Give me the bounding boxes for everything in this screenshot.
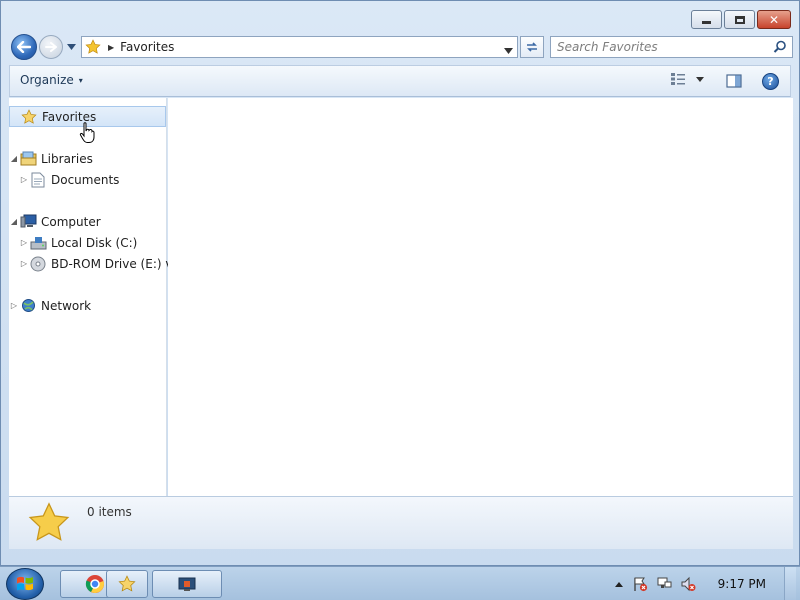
help-button[interactable]: ? xyxy=(762,73,779,90)
favorites-star-icon xyxy=(84,38,102,56)
explorer-window: ✕ ▶ Favorites Search Favorites Organize … xyxy=(0,0,800,566)
tree-item-network[interactable]: ▷ Network xyxy=(9,295,91,316)
chevron-down-icon: ▾ xyxy=(78,75,83,85)
document-icon xyxy=(29,171,47,189)
tree-label-local-disk: Local Disk (C:) xyxy=(51,235,138,250)
hard-disk-icon xyxy=(29,234,47,252)
close-icon: ✕ xyxy=(768,12,780,27)
maximize-icon xyxy=(734,15,745,24)
chevron-down-icon xyxy=(66,44,76,50)
tree-label-computer: Computer xyxy=(41,214,101,229)
organize-label: Organize xyxy=(20,73,74,87)
taskbar-app-button[interactable] xyxy=(152,570,222,598)
computer-icon xyxy=(19,213,37,231)
optical-disc-icon xyxy=(29,255,47,273)
chevron-down-icon xyxy=(696,76,704,82)
media-app-icon xyxy=(178,577,196,591)
chevron-down-icon xyxy=(504,48,513,54)
tree-item-computer[interactable]: ◢ Computer xyxy=(9,211,101,232)
tree-collapse-icon[interactable]: ◢ xyxy=(9,154,19,163)
search-box[interactable] xyxy=(550,36,793,58)
star-icon xyxy=(118,575,136,592)
show-hidden-icons-icon[interactable] xyxy=(614,580,624,588)
arrow-right-icon xyxy=(45,42,57,52)
forward-button[interactable] xyxy=(39,35,63,59)
show-desktop-button[interactable] xyxy=(784,567,796,600)
preview-pane-icon xyxy=(726,74,742,88)
tree-expand-icon[interactable]: ▷ xyxy=(19,238,29,247)
tree-item-bd-rom[interactable]: ▷ BD-ROM Drive (E:) v xyxy=(19,253,172,274)
breadcrumb-favorites[interactable]: Favorites xyxy=(120,40,174,54)
arrow-left-icon xyxy=(17,41,31,53)
star-icon xyxy=(20,108,38,126)
tree-expand-icon[interactable]: ▷ xyxy=(19,175,29,184)
tree-label-documents: Documents xyxy=(51,172,120,187)
preview-pane-button[interactable] xyxy=(726,74,742,91)
address-history-button[interactable] xyxy=(504,43,513,57)
change-view-button[interactable] xyxy=(670,72,704,86)
favorites-large-star-icon xyxy=(27,501,71,548)
search-icon[interactable] xyxy=(773,40,787,57)
breadcrumb-separator-icon[interactable]: ▶ xyxy=(108,43,114,52)
taskbar-clock[interactable]: 9:17 PM xyxy=(718,577,766,591)
tree-item-libraries[interactable]: ◢ Libraries xyxy=(9,148,93,169)
tree-collapse-icon[interactable]: ◢ xyxy=(9,217,19,226)
tree-label-bd-rom: BD-ROM Drive (E:) v xyxy=(51,256,173,271)
volume-muted-icon[interactable] xyxy=(680,576,696,592)
taskbar: 9:17 PM xyxy=(0,566,800,600)
command-bar: Organize ▾ ? xyxy=(9,65,791,97)
back-button[interactable] xyxy=(11,34,37,60)
file-list-pane[interactable] xyxy=(168,98,793,496)
tree-expand-icon[interactable]: ▷ xyxy=(9,301,19,310)
libraries-icon xyxy=(19,150,37,168)
recent-pages-button[interactable] xyxy=(66,42,76,52)
hand-cursor-icon xyxy=(79,122,95,143)
search-input[interactable] xyxy=(551,37,766,57)
action-center-flag-icon[interactable] xyxy=(632,576,648,592)
tree-label-network: Network xyxy=(41,298,92,313)
tree-label-libraries: Libraries xyxy=(41,151,93,166)
maximize-button[interactable] xyxy=(724,10,755,29)
taskbar-explorer-button[interactable] xyxy=(106,570,148,598)
caption-buttons: ✕ xyxy=(691,10,791,29)
view-details-icon xyxy=(671,73,685,85)
close-button[interactable]: ✕ xyxy=(757,10,791,29)
tree-item-local-disk[interactable]: ▷ Local Disk (C:) xyxy=(19,232,137,253)
system-tray: 9:17 PM xyxy=(614,567,796,600)
chrome-icon xyxy=(85,575,104,593)
details-pane: 0 items xyxy=(9,496,793,549)
network-status-icon[interactable] xyxy=(656,576,672,592)
item-count: 0 items xyxy=(87,505,132,519)
minimize-icon xyxy=(702,21,711,24)
navigation-pane: Favorites ◢ Libraries ▷ Documents ◢ Comp… xyxy=(9,98,172,496)
minimize-button[interactable] xyxy=(691,10,722,29)
tree-item-documents[interactable]: ▷ Documents xyxy=(19,169,119,190)
tree-expand-icon[interactable]: ▷ xyxy=(19,259,29,268)
windows-logo-icon xyxy=(17,576,33,591)
organize-button[interactable]: Organize ▾ xyxy=(20,73,83,87)
refresh-button[interactable] xyxy=(520,36,544,58)
start-button[interactable] xyxy=(6,568,44,600)
network-icon xyxy=(19,297,37,315)
navigation-row: ▶ Favorites xyxy=(9,34,793,60)
refresh-icon xyxy=(527,42,537,52)
address-bar[interactable]: ▶ Favorites xyxy=(81,36,518,58)
help-icon: ? xyxy=(767,75,774,88)
